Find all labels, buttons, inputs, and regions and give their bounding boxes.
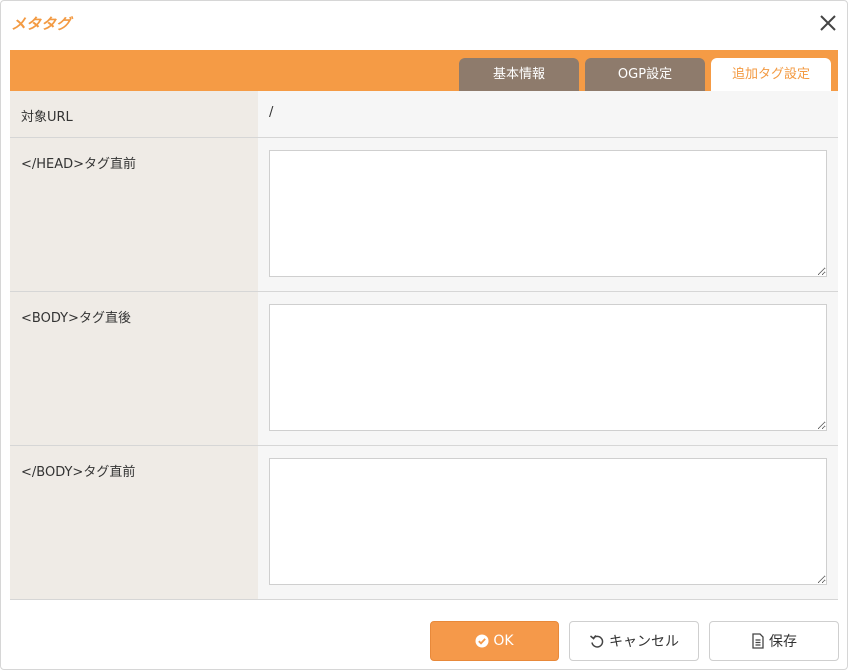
close-icon[interactable]	[817, 12, 839, 34]
ok-button[interactable]: OK	[430, 621, 559, 661]
cancel-label: キャンセル	[609, 634, 679, 650]
tab-basic-info[interactable]: 基本情報	[459, 58, 579, 91]
dialog-title: メタタグ	[11, 15, 72, 33]
check-circle-icon	[475, 634, 489, 648]
head-close-textarea[interactable]	[269, 150, 827, 277]
body-open-row: <BODY>タグ直後	[10, 292, 838, 446]
head-close-label: </HEAD>タグ直前	[21, 157, 137, 172]
cancel-button[interactable]: キャンセル	[569, 621, 699, 661]
body-close-row: </BODY>タグ直前	[10, 446, 838, 600]
url-value: /	[269, 105, 274, 120]
tab-bar: 基本情報 OGP設定 追加タグ設定	[10, 50, 838, 91]
undo-icon	[589, 633, 605, 649]
body-open-label: <BODY>タグ直後	[21, 311, 131, 326]
document-icon	[751, 633, 765, 649]
url-label: 対象URL	[21, 110, 73, 125]
body-close-textarea[interactable]	[269, 458, 827, 585]
tag-form: 対象URL / </HEAD>タグ直前 <BODY>タグ直後 </BODY>タグ…	[10, 91, 838, 600]
tab-ogp-settings[interactable]: OGP設定	[585, 58, 705, 91]
url-row: 対象URL /	[10, 91, 838, 138]
save-label: 保存	[769, 634, 797, 650]
body-open-textarea[interactable]	[269, 304, 827, 431]
meta-tag-dialog: メタタグ 基本情報 OGP設定 追加タグ設定 対象URL / </HEAD>タグ…	[0, 0, 848, 670]
ok-label: OK	[493, 633, 514, 649]
save-button[interactable]: 保存	[709, 621, 839, 661]
head-close-row: </HEAD>タグ直前	[10, 138, 838, 292]
body-close-label: </BODY>タグ直前	[21, 465, 136, 480]
tab-additional-tags[interactable]: 追加タグ設定	[711, 58, 831, 91]
